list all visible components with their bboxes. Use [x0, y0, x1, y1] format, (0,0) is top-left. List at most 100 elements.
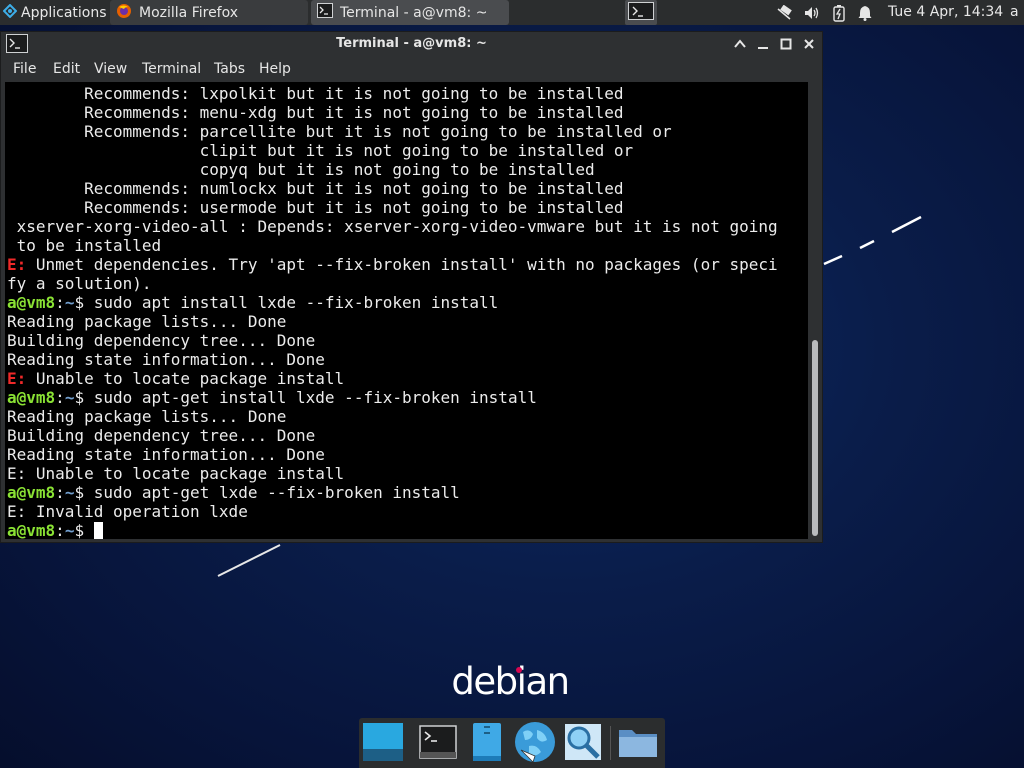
- output-text: Building dependency tree... Done: [7, 331, 316, 350]
- terminal-line: Building dependency tree... Done: [7, 426, 778, 445]
- scrollbar-thumb[interactable]: [812, 340, 818, 536]
- output-text: copyq but it is not going to be installe…: [7, 160, 595, 179]
- prompt-separator: :: [55, 293, 65, 312]
- terminal-line: fy a solution).: [7, 274, 778, 293]
- folder-icon: [618, 726, 658, 762]
- terminal-line: Reading package lists... Done: [7, 407, 778, 426]
- terminal-line: xserver-xorg-video-all : Depends: xserve…: [7, 217, 778, 236]
- terminal-line: copyq but it is not going to be installe…: [7, 160, 778, 179]
- output-text: Reading state information... Done: [7, 445, 325, 464]
- command-text: sudo apt install lxde --fix-broken insta…: [84, 293, 499, 312]
- terminal-line: E: Unable to locate package install: [7, 369, 778, 388]
- output-text: Recommends: menu-xdg but it is not going…: [7, 103, 624, 122]
- maximize-icon: [780, 35, 792, 54]
- prompt-user-host: a@vm8: [7, 521, 56, 539]
- window-titlebar[interactable]: Terminal - a@vm8: ~: [1, 32, 822, 56]
- terminal-line: Reading state information... Done: [7, 350, 778, 369]
- user-menu[interactable]: a: [1010, 0, 1019, 25]
- dock-app-finder[interactable]: [561, 722, 605, 766]
- prompt-separator: :: [55, 521, 65, 539]
- web-browser-icon: [513, 720, 557, 768]
- workspace-switcher[interactable]: [625, 0, 657, 25]
- output-text: Unmet dependencies. Try 'apt --fix-broke…: [26, 255, 778, 274]
- terminal-line: Reading package lists... Done: [7, 312, 778, 331]
- menu-edit[interactable]: Edit: [53, 61, 80, 77]
- terminal-scrollbar[interactable]: [809, 82, 821, 539]
- taskbar-firefox[interactable]: Mozilla Firefox: [110, 0, 308, 25]
- prompt-symbol: $: [74, 388, 85, 407]
- prompt-path: ~: [64, 293, 75, 312]
- terminal-line: Recommends: parcellite but it is not goi…: [7, 122, 778, 141]
- network-icon[interactable]: [776, 4, 794, 22]
- output-text: E: Unable to locate package install: [7, 464, 345, 483]
- minimize-button[interactable]: [754, 35, 772, 53]
- shade-button[interactable]: [731, 35, 749, 53]
- taskbar-terminal-label: Terminal - a@vm8: ~: [340, 4, 488, 21]
- terminal-line: to be installed: [7, 236, 778, 255]
- output-text: xserver-xorg-video-all : Depends: xserve…: [7, 217, 778, 236]
- output-text: Recommends: lxpolkit but it is not going…: [7, 84, 624, 103]
- close-icon: [803, 35, 815, 54]
- window-title: Terminal - a@vm8: ~: [336, 36, 487, 51]
- command-text: [84, 521, 94, 539]
- terminal-line: E: Unable to locate package install: [7, 464, 778, 483]
- dock-separator: [610, 726, 611, 760]
- menu-tabs[interactable]: Tabs: [214, 61, 245, 77]
- prompt-user-host: a@vm8: [7, 388, 56, 407]
- terminal-icon: [317, 3, 333, 22]
- command-text: sudo apt-get install lxde --fix-broken i…: [84, 388, 537, 407]
- prompt-symbol: $: [74, 521, 85, 539]
- terminal-line: E: Unmet dependencies. Try 'apt --fix-br…: [7, 255, 778, 274]
- menu-help[interactable]: Help: [259, 61, 291, 77]
- output-text: Reading state information... Done: [7, 350, 325, 369]
- terminal-icon: [628, 1, 654, 24]
- minimize-icon: [757, 35, 769, 54]
- terminal-line: Recommends: menu-xdg but it is not going…: [7, 103, 778, 122]
- dock-terminal[interactable]: [416, 722, 460, 766]
- dock-web-browser[interactable]: [513, 722, 557, 766]
- output-text: E: Invalid operation lxde: [7, 502, 248, 521]
- prompt-separator: :: [55, 483, 65, 502]
- terminal-line: a@vm8:~$: [7, 521, 778, 539]
- output-text: Reading package lists... Done: [7, 407, 287, 426]
- prompt-separator: :: [55, 388, 65, 407]
- notifications-icon[interactable]: [856, 4, 874, 22]
- terminal-output[interactable]: Recommends: lxpolkit but it is not going…: [5, 82, 808, 539]
- top-panel: Applications Mozilla Firefox Terminal - …: [0, 0, 1024, 25]
- menu-terminal[interactable]: Terminal: [142, 61, 201, 77]
- terminal-line: Building dependency tree... Done: [7, 331, 778, 350]
- volume-icon[interactable]: [803, 4, 821, 22]
- show-desktop-icon: [362, 722, 404, 766]
- terminal-line: Recommends: usermode but it is not going…: [7, 198, 778, 217]
- xfce-icon: [2, 3, 18, 22]
- applications-label: Applications: [21, 4, 107, 21]
- menu-file[interactable]: File: [13, 61, 36, 77]
- dock-folder[interactable]: [616, 722, 660, 766]
- dock-show-desktop[interactable]: [361, 722, 405, 766]
- output-text: Recommends: parcellite but it is not goi…: [7, 122, 672, 141]
- terminal-lines: Recommends: lxpolkit but it is not going…: [7, 84, 778, 539]
- prompt-symbol: $: [74, 483, 85, 502]
- battery-icon[interactable]: [830, 4, 848, 22]
- debian-logo-text: debian: [451, 660, 570, 703]
- app-finder-icon: [563, 722, 603, 766]
- maximize-button[interactable]: [777, 35, 795, 53]
- taskbar-terminal[interactable]: Terminal - a@vm8: ~: [311, 0, 509, 25]
- applications-menu-button[interactable]: Applications: [0, 0, 110, 25]
- output-text: fy a solution).: [7, 274, 152, 293]
- chevron-up-icon: [734, 35, 746, 54]
- terminal-icon: [419, 725, 457, 763]
- terminal-line: a@vm8:~$ sudo apt install lxde --fix-bro…: [7, 293, 778, 312]
- output-text: Recommends: usermode but it is not going…: [7, 198, 624, 217]
- output-text: clipit but it is not going to be install…: [7, 141, 634, 160]
- clock[interactable]: Tue 4 Apr, 14:34: [888, 0, 1003, 25]
- command-text: sudo apt-get lxde --fix-broken install: [84, 483, 460, 502]
- error-prefix: E:: [7, 369, 27, 388]
- terminal-line: a@vm8:~$ sudo apt-get install lxde --fix…: [7, 388, 778, 407]
- close-button[interactable]: [800, 35, 818, 53]
- taskbar-firefox-label: Mozilla Firefox: [139, 4, 239, 21]
- output-text: Building dependency tree... Done: [7, 426, 316, 445]
- menu-view[interactable]: View: [94, 61, 127, 77]
- terminal-line: E: Invalid operation lxde: [7, 502, 778, 521]
- dock-file-manager[interactable]: [465, 722, 509, 766]
